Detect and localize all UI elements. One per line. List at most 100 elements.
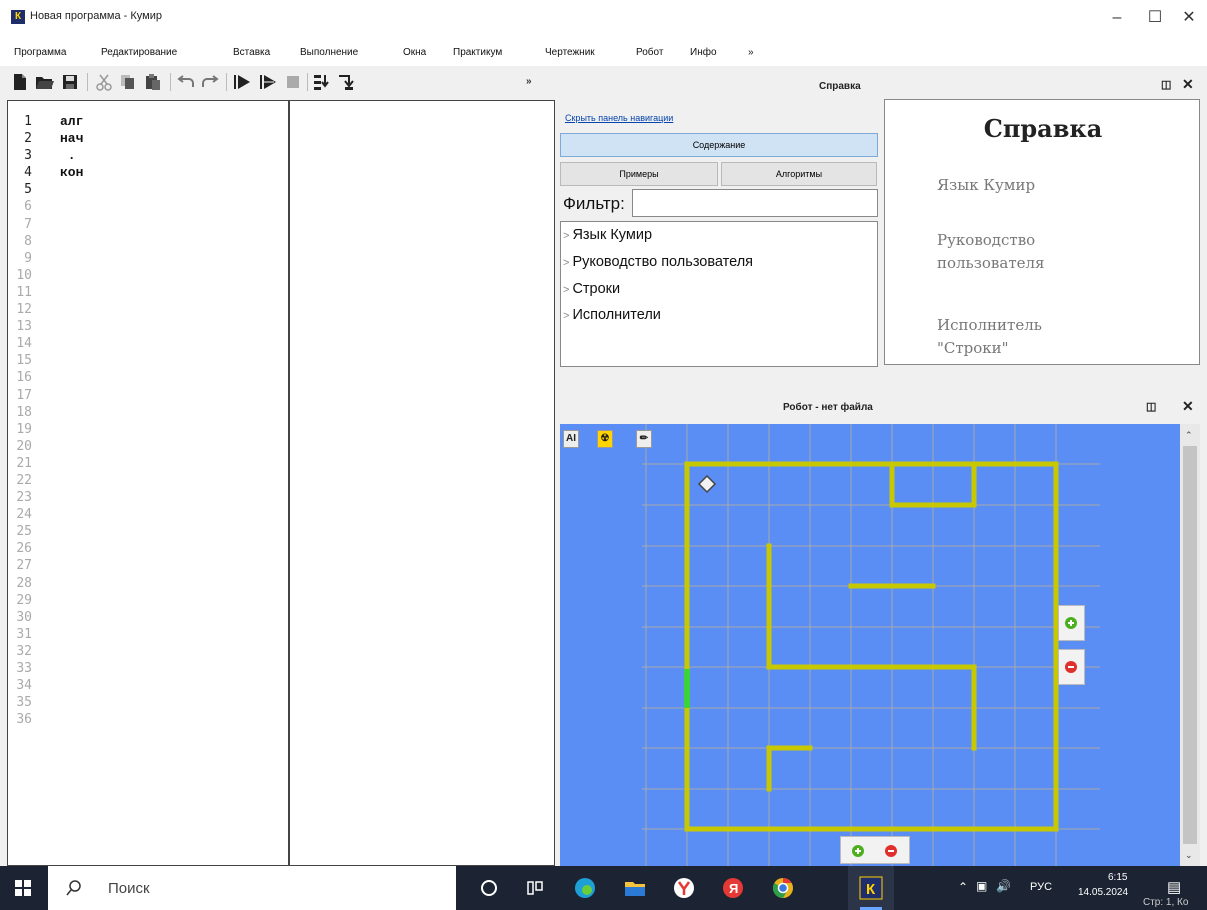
code-line: кон xyxy=(60,165,84,181)
redo-icon[interactable] xyxy=(200,71,220,93)
chrome-icon[interactable] xyxy=(760,866,806,910)
cut-icon[interactable] xyxy=(94,71,114,93)
line-number: 27 xyxy=(16,558,32,574)
robot-field[interactable]: AI ☢ ✏ ⌃ ⌄ xyxy=(560,424,1200,866)
scroll-up-icon[interactable]: ⌃ xyxy=(1185,430,1193,441)
menu-drawer[interactable]: Чертежник xyxy=(545,47,595,58)
chevron-right-icon: > xyxy=(563,230,570,242)
open-folder-icon[interactable] xyxy=(35,71,55,93)
margin-panel[interactable] xyxy=(289,100,555,866)
run-step-icon[interactable] xyxy=(258,71,278,93)
line-number: 30 xyxy=(16,609,32,625)
notifications-icon[interactable]: ▤ xyxy=(1167,878,1181,896)
line-number: 15 xyxy=(16,353,32,369)
stop-icon[interactable] xyxy=(283,71,303,93)
svg-text:К: К xyxy=(866,881,876,898)
examples-button[interactable]: Примеры xyxy=(560,162,718,186)
line-number: 9 xyxy=(24,250,32,266)
clock-time[interactable]: 6:15 xyxy=(1108,872,1127,883)
zoom-buttons-bottom xyxy=(840,836,910,864)
tree-item-executors[interactable]: > Исполнители xyxy=(563,307,661,323)
tree-item-user-guide[interactable]: > Руководство пользователя xyxy=(563,254,753,270)
help-tree: > Язык Кумир > Руководство пользователя > С… xyxy=(560,221,878,367)
cortana-icon[interactable] xyxy=(466,866,512,910)
menu-practicum[interactable]: Практикум xyxy=(453,47,502,58)
menu-edit[interactable]: Редактирование xyxy=(101,47,177,58)
line-number: 4 xyxy=(24,165,32,181)
yandex-icon[interactable]: Я xyxy=(710,866,756,910)
code-line: . xyxy=(60,148,76,164)
zoom-in-button[interactable] xyxy=(1058,605,1085,641)
new-file-icon[interactable] xyxy=(10,71,30,93)
maximize-button[interactable]: ☐ xyxy=(1140,6,1170,30)
scroll-down-icon[interactable]: ⌄ xyxy=(1185,850,1193,861)
taskbar-search[interactable]: Поиск xyxy=(48,866,456,910)
filter-input[interactable] xyxy=(632,189,878,217)
windows-start-icon[interactable] xyxy=(0,866,46,910)
hide-navigation-link[interactable]: Скрыть панель навигации xyxy=(565,113,673,123)
minimize-button[interactable]: – xyxy=(1102,6,1132,30)
algorithms-button[interactable]: Алгоритмы xyxy=(721,162,877,186)
menu-windows[interactable]: Окна xyxy=(403,47,426,58)
step-out-icon[interactable] xyxy=(336,71,356,93)
ai-tool-button[interactable]: AI xyxy=(563,430,579,448)
tree-item-strings[interactable]: > Строки xyxy=(563,281,620,297)
robot-icon xyxy=(697,474,717,494)
line-number: 24 xyxy=(16,507,32,523)
task-view-icon[interactable] xyxy=(512,866,558,910)
pen-icon[interactable]: ✏ xyxy=(636,430,652,448)
menu-robot[interactable]: Робот xyxy=(636,47,663,58)
robot-close-icon[interactable]: ✕ xyxy=(1182,398,1194,415)
help-link-strings[interactable]: Исполнитель "Строки" xyxy=(937,314,1042,361)
file-explorer-icon[interactable] xyxy=(612,866,658,910)
network-icon[interactable]: ▣ xyxy=(976,879,987,893)
contents-button[interactable]: Содержание xyxy=(560,133,878,157)
radiation-icon[interactable]: ☢ xyxy=(597,430,613,448)
code-line: нач xyxy=(60,131,84,147)
line-number: 35 xyxy=(16,695,32,711)
menu-info[interactable]: Инфо xyxy=(690,47,717,58)
code-text[interactable]: алг нач . кон xyxy=(60,113,83,181)
run-icon[interactable] xyxy=(232,71,252,93)
scrollbar-thumb[interactable] xyxy=(1183,446,1197,844)
line-number: 32 xyxy=(16,643,32,659)
edge-browser-icon[interactable] xyxy=(562,866,608,910)
yandex-browser-icon[interactable] xyxy=(661,866,707,910)
chevron-right-icon: > xyxy=(563,284,570,296)
close-button[interactable]: ✕ xyxy=(1174,6,1204,30)
svg-text:Я: Я xyxy=(729,881,738,896)
menu-program[interactable]: Программа xyxy=(14,47,66,58)
help-undock-icon[interactable]: ◫ xyxy=(1161,78,1171,91)
line-number: 12 xyxy=(16,302,32,318)
menu-more[interactable]: » xyxy=(748,47,754,58)
help-link-language[interactable]: Язык Кумир xyxy=(937,174,1035,197)
step-into-icon[interactable] xyxy=(312,71,332,93)
kumir-app-icon[interactable]: К xyxy=(848,866,894,910)
help-close-icon[interactable]: ✕ xyxy=(1182,76,1194,93)
clock-date[interactable]: 14.05.2024 xyxy=(1078,887,1128,898)
tray-chevron-icon[interactable]: ⌃ xyxy=(958,880,968,894)
line-number: 33 xyxy=(16,661,32,676)
code-editor[interactable]: 1 2 3 4 5 6 7 8 9 10 11 12 13 14 15 16 17 18 19 20 21 22 23 24 2… xyxy=(7,100,289,866)
help-link-user-guide[interactable]: Руководство пользователя xyxy=(937,229,1045,276)
help-panel-title: Справка xyxy=(819,81,861,92)
line-number: 1 xyxy=(24,114,32,129)
window-titlebar: К Новая программа - Кумир – ☐ ✕ xyxy=(0,0,1207,36)
zoom-out-button[interactable] xyxy=(1058,649,1085,685)
undo-icon[interactable] xyxy=(176,71,196,93)
menu-run[interactable]: Выполнение xyxy=(300,47,358,58)
robot-undock-icon[interactable]: ◫ xyxy=(1146,400,1156,413)
chevron-right-icon: > xyxy=(563,257,570,269)
language-indicator[interactable]: РУС xyxy=(1030,881,1052,893)
paste-icon[interactable] xyxy=(143,71,163,93)
robot-scrollbar[interactable]: ⌃ ⌄ xyxy=(1180,424,1200,866)
volume-icon[interactable]: 🔊 xyxy=(996,879,1011,893)
tree-item-language[interactable]: > Язык Кумир xyxy=(563,227,652,243)
line-number: 3 xyxy=(24,148,32,164)
menu-insert[interactable]: Вставка xyxy=(233,47,270,58)
toolbar-more-button[interactable]: » xyxy=(526,76,532,87)
toolbar-separator xyxy=(307,73,308,91)
copy-icon[interactable] xyxy=(118,71,138,93)
filter-label: Фильтр: xyxy=(563,194,625,213)
save-icon[interactable] xyxy=(60,71,80,93)
